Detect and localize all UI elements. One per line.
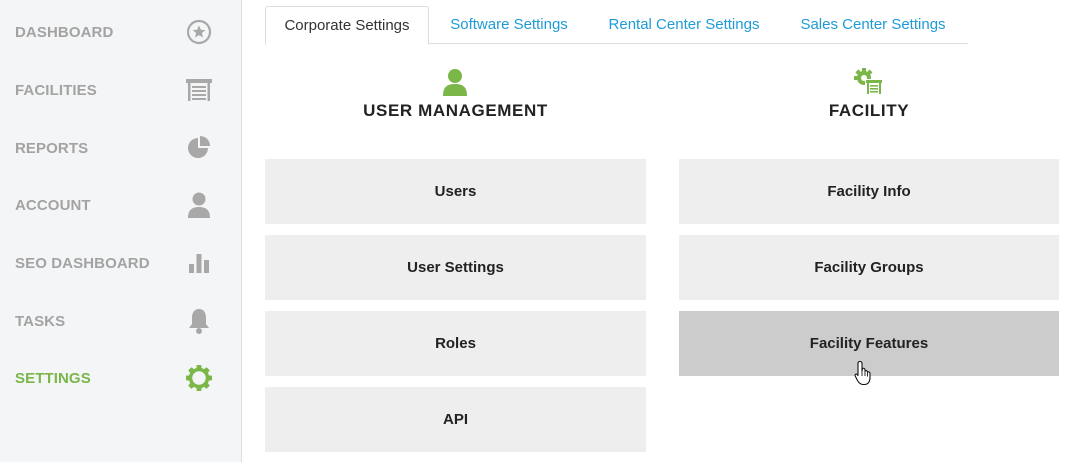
sidebar: DASHBOARD FACILITIES REPORTS ACCOUNT SEO… <box>0 0 242 462</box>
user-settings-button[interactable]: User Settings <box>265 235 646 300</box>
tab-rental-center-settings[interactable]: Rental Center Settings <box>595 6 773 44</box>
user-icon <box>441 67 471 97</box>
gear-icon <box>185 364 213 392</box>
settings-tabs: Corporate Settings Software Settings Ren… <box>265 6 968 45</box>
sidebar-item-reports[interactable]: REPORTS <box>0 128 241 168</box>
sidebar-item-dashboard[interactable]: DASHBOARD <box>0 12 241 52</box>
facility-building-icon <box>185 76 213 104</box>
sidebar-item-account[interactable]: ACCOUNT <box>0 185 241 225</box>
bar-chart-icon <box>185 249 213 277</box>
tab-sales-center-settings[interactable]: Sales Center Settings <box>787 6 959 44</box>
facility-gear-icon <box>854 68 884 98</box>
hand-cursor-icon <box>854 360 874 386</box>
api-button[interactable]: API <box>265 387 646 452</box>
facility-info-button[interactable]: Facility Info <box>679 159 1059 224</box>
sidebar-item-label: TASKS <box>15 312 66 330</box>
sidebar-item-label: FACILITIES <box>15 81 97 99</box>
sidebar-item-label: REPORTS <box>15 139 89 157</box>
sidebar-item-label: DASHBOARD <box>15 23 114 41</box>
pie-chart-icon <box>185 134 213 162</box>
sidebar-item-facilities[interactable]: FACILITIES <box>0 70 241 110</box>
tab-software-settings[interactable]: Software Settings <box>437 6 581 44</box>
sidebar-item-settings[interactable]: SETTINGS <box>0 358 241 398</box>
users-button[interactable]: Users <box>265 159 646 224</box>
sidebar-item-label: ACCOUNT <box>15 196 91 214</box>
roles-button[interactable]: Roles <box>265 311 646 376</box>
facility-groups-button[interactable]: Facility Groups <box>679 235 1059 300</box>
sidebar-item-tasks[interactable]: TASKS <box>0 301 241 341</box>
section-title-facility: FACILITY <box>828 101 910 120</box>
bell-icon <box>185 307 213 335</box>
sidebar-item-label: SEO DASHBOARD <box>15 254 150 272</box>
star-circle-icon <box>185 18 213 46</box>
app-root: DASHBOARD FACILITIES REPORTS ACCOUNT SEO… <box>0 0 1069 462</box>
section-title-user-management: USER MANAGEMENT <box>363 101 548 120</box>
sidebar-item-seo-dashboard[interactable]: SEO DASHBOARD <box>0 243 241 283</box>
sidebar-item-label: SETTINGS <box>15 369 91 387</box>
user-icon <box>185 191 213 219</box>
tab-corporate-settings[interactable]: Corporate Settings <box>265 6 429 45</box>
